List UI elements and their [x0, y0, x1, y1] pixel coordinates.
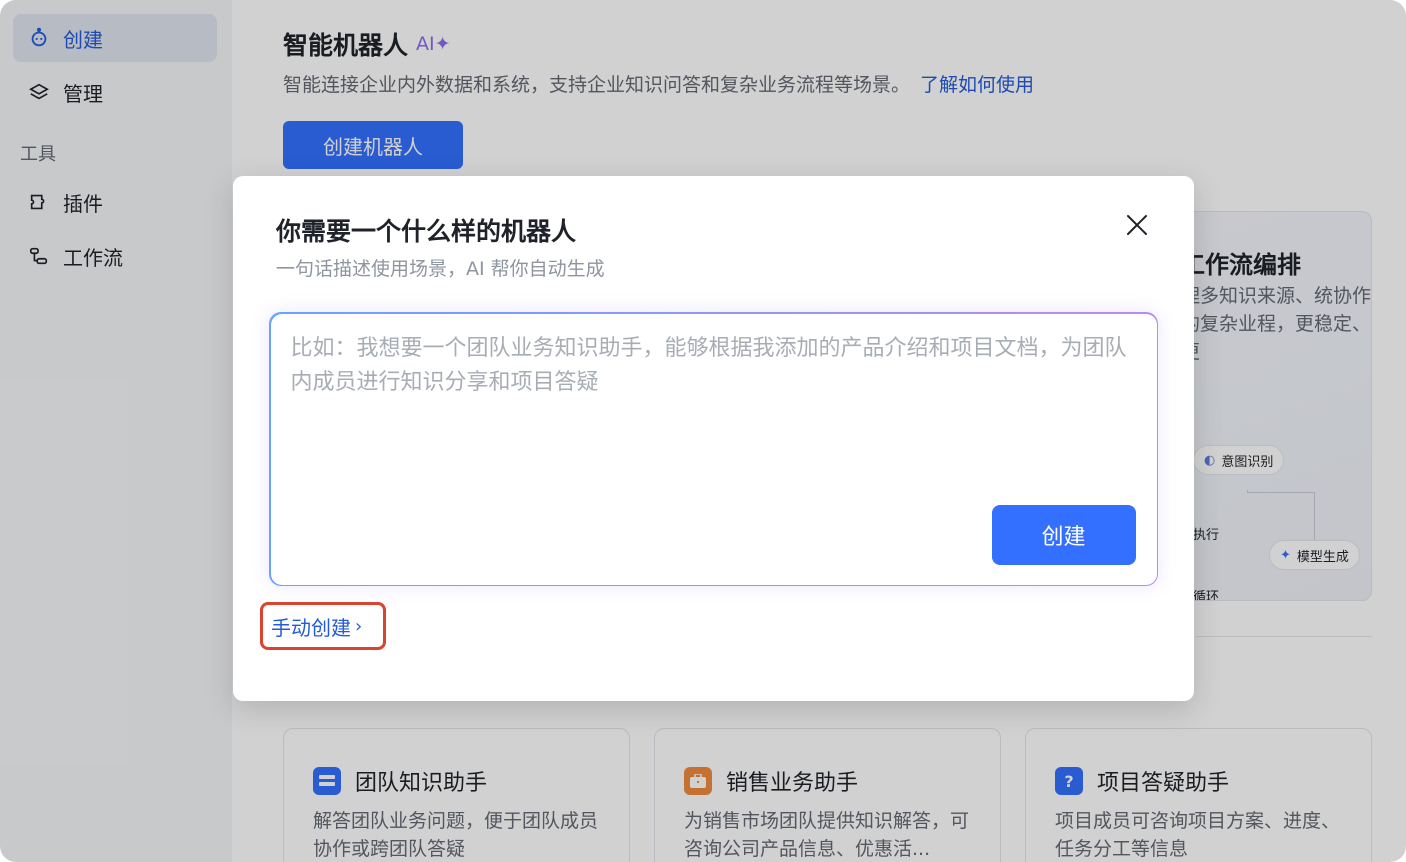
modal-title: 你需要一个什么样的机器人 [276, 217, 577, 246]
modal-subtitle: 一句话描述使用场景，AI 帮你自动生成 [276, 258, 605, 280]
prompt-input[interactable] [290, 331, 1136, 502]
prompt-box: 创建 [269, 312, 1158, 586]
close-icon[interactable] [1123, 211, 1151, 239]
chevron-right-icon: › [355, 615, 363, 637]
create-bot-modal: 你需要一个什么样的机器人 一句话描述使用场景，AI 帮你自动生成 创建 手动创建… [233, 176, 1194, 701]
create-button[interactable]: 创建 [991, 504, 1136, 565]
manual-create-link[interactable]: 手动创建 › [260, 602, 386, 650]
app-window: 创建 管理 工具 插件 工作流 智能机器人 AI✦ 智能连接企业内外数据和系统，… [0, 0, 1406, 862]
